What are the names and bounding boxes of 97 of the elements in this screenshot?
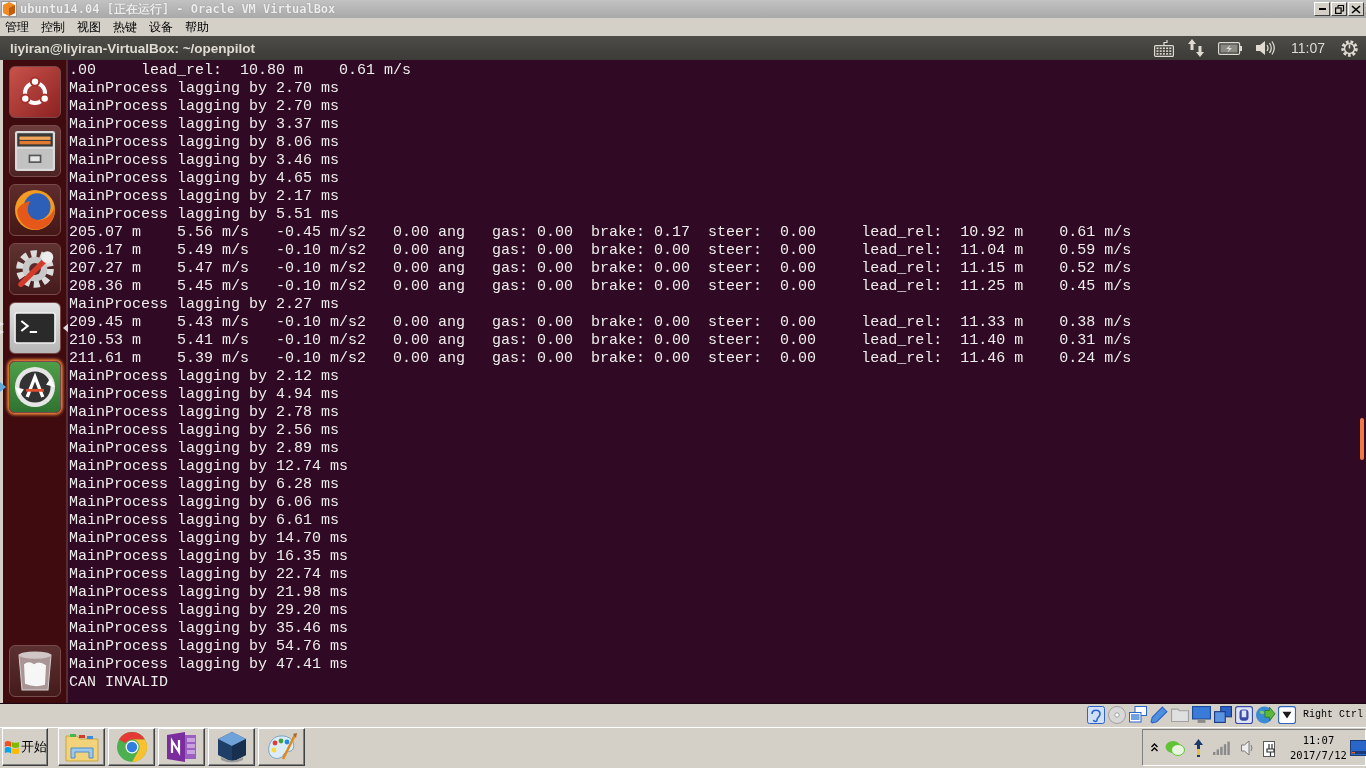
up-arrow-icon[interactable] [1194,738,1203,757]
terminal-line: MainProcess lagging by 8.06 ms [69,134,340,152]
network-icon[interactable] [1129,706,1147,723]
terminal-line: MainProcess lagging by 54.76 ms [69,638,349,656]
cube-icon [216,731,247,763]
terminal-line: 207.27 m 5.47 m/s -0.10 m/s2 0.00 ang gas: 0.00 brake: 0.00 steer: 0.00 lead_rel: 11.15 m 0.52 m/s [69,260,1132,278]
terminal-line: MainProcess lagging by 4.94 ms [69,386,340,404]
terminal-icon [14,312,56,344]
close-button[interactable] [1348,2,1364,16]
terminal-line: MainProcess lagging by 2.12 ms [69,368,340,386]
update-arrows-icon [15,367,55,407]
launcher-button[interactable] [9,645,61,697]
close-icon [1352,5,1360,13]
folder-icon [64,732,99,762]
terminal-line: MainProcess lagging by 2.89 ms [69,440,340,458]
ear-icon[interactable] [1087,705,1105,724]
launcher-button[interactable] [9,243,61,295]
menu-item[interactable]: 管理 [5,19,29,35]
terminal-line: MainProcess lagging by 6.28 ms [69,476,340,494]
trash-icon [18,651,52,691]
terminal-line: MainProcess lagging by 6.06 ms [69,494,340,512]
terminal-line: MainProcess lagging by 5.51 ms [69,206,340,224]
panel-clock[interactable]: 11:07 [1291,40,1325,56]
launcher-button[interactable] [9,302,61,354]
terminal-line: 211.61 m 5.39 m/s -0.10 m/s2 0.00 ang gas: 0.00 brake: 0.00 steer: 0.00 lead_rel: 11.46 m 0.24 m/s [69,350,1132,368]
display-icon[interactable] [1192,705,1211,724]
chevron-up-icon[interactable] [1151,743,1158,752]
launcher-button[interactable] [9,361,61,413]
desktop-screen-icon[interactable] [1349,739,1366,756]
battery-icon[interactable] [1218,41,1242,55]
terminal-line: 205.07 m 5.56 m/s -0.45 m/s2 0.00 ang gas: 0.00 brake: 0.17 steer: 0.00 lead_rel: 10.92 m 0.61 m/s [69,224,1132,242]
terminal-line: MainProcess lagging by 3.46 ms [69,152,340,170]
terminal-line: MainProcess lagging by 2.56 ms [69,422,340,440]
terminal-line: MainProcess lagging by 4.65 ms [69,170,340,188]
launcher-button[interactable] [9,66,61,118]
keyboard-icon[interactable] [1154,39,1174,57]
terminal-line: MainProcess lagging by 35.46 ms [69,620,349,638]
terminal-line: MainProcess lagging by 16.35 ms [69,548,349,566]
terminal-line: MainProcess lagging by 22.74 ms [69,566,349,584]
launcher-button[interactable] [9,125,61,177]
menu-item[interactable]: 设备 [149,19,173,35]
terminal-line: .00 lead_rel: 10.80 m 0.61 m/s [69,62,412,80]
terminal-line: MainProcess lagging by 3.37 ms [69,116,340,134]
start-button[interactable]: 开始 [2,728,48,766]
paint-palette-icon [265,732,298,762]
terminal-line: MainProcess lagging by 29.20 ms [69,602,349,620]
menu-item[interactable]: 视图 [77,19,101,35]
terminal-line: 208.36 m 5.45 m/s -0.10 m/s2 0.00 ang gas: 0.00 brake: 0.00 steer: 0.00 lead_rel: 11.25 m 0.45 m/s [69,278,1132,296]
fox-globe-icon [15,190,55,230]
terminal-line: MainProcess lagging by 2.70 ms [69,98,340,116]
taskbar-app-button[interactable] [158,728,205,766]
taskbar-app-button[interactable] [58,728,105,766]
taskbar-app-button[interactable] [108,728,155,766]
taskbar-app-button[interactable] [208,728,255,766]
terminal-line: MainProcess lagging by 2.70 ms [69,80,340,98]
gear-icon[interactable] [1341,39,1358,57]
launcher-button[interactable] [9,184,61,236]
host-key-label: Right Ctrl [1303,709,1363,720]
pen-icon[interactable] [1150,705,1168,724]
taskbar-app-button[interactable] [258,728,305,766]
chip-icon[interactable] [1235,705,1253,724]
menu-item[interactable]: 控制 [41,19,65,35]
terminal-line: 209.45 m 5.43 m/s -0.10 m/s2 0.00 ang gas: 0.00 brake: 0.00 steer: 0.00 lead_rel: 11.33 m 0.38 m/s [69,314,1132,332]
restore-button[interactable] [1331,2,1347,16]
terminal-line: MainProcess lagging by 14.70 ms [69,530,349,548]
app-cube-icon [1,1,17,17]
windows-stack-icon[interactable] [1214,706,1232,723]
minimize-icon [1318,8,1326,10]
speaker-icon[interactable] [1241,739,1254,756]
terminal-line: MainProcess lagging by 21.98 ms [69,584,349,602]
terminal-line: MainProcess lagging by 2.78 ms [69,404,340,422]
terminal-line: 206.17 m 5.49 m/s -0.10 m/s2 0.00 ang gas: 0.00 brake: 0.00 steer: 0.00 lead_rel: 11.04 m 0.59 m/s [69,242,1132,260]
speaker-icon[interactable] [1256,40,1275,56]
window-title: ubuntu14.04 [正在运行] - Oracle VM VirtualBox [20,0,336,18]
round-browser-icon [116,732,147,762]
scrollbar-thumb[interactable] [1360,418,1364,460]
gear-wrench-icon [15,249,55,289]
menu-item[interactable]: 热键 [113,19,137,35]
terminal-line: MainProcess lagging by 6.61 ms [69,512,340,530]
restore-icon [1334,4,1344,14]
terminal-line: 210.53 m 5.41 m/s -0.10 m/s2 0.00 ang gas: 0.00 brake: 0.00 steer: 0.00 lead_rel: 11.40 m 0.31 m/s [69,332,1132,350]
power-plug-icon[interactable] [1263,738,1278,757]
up-down-arrows-icon[interactable] [1188,39,1204,57]
minimize-button[interactable] [1314,2,1330,16]
tray-date[interactable]: 2017/7/12 [1290,747,1347,763]
ring-logo-icon [20,77,50,107]
terminal-line: MainProcess lagging by 47.41 ms [69,656,349,674]
window-flag-icon [3,739,20,755]
terminal-line: MainProcess lagging by 2.17 ms [69,188,340,206]
file-cabinet-icon [15,131,55,171]
terminal-line: CAN INVALID [69,674,169,692]
tray-time[interactable]: 11:07 [1302,732,1335,748]
terminal-line: MainProcess lagging by 12.74 ms [69,458,349,476]
notebook-icon [166,732,197,762]
panel-title: liyiran@liyiran-VirtualBox: ~/openpilot [10,40,256,56]
menu-item[interactable]: 帮助 [185,19,209,35]
terminal-line: MainProcess lagging by 2.27 ms [69,296,340,314]
